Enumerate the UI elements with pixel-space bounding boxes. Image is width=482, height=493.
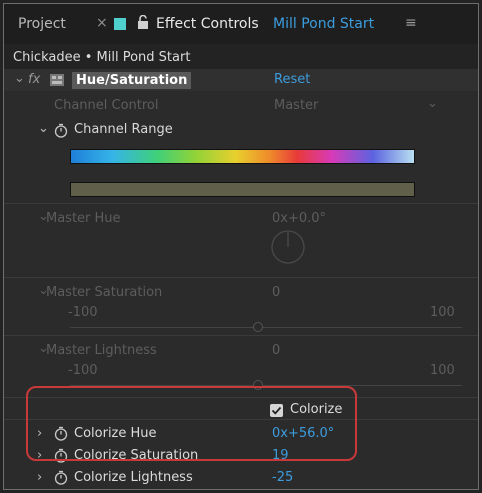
colorize-highlight-callout bbox=[26, 386, 357, 461]
master-hue-value[interactable]: 0x+0.0° bbox=[272, 211, 326, 226]
fx-icon[interactable]: fx bbox=[28, 72, 40, 87]
master-lightness-value[interactable]: 0 bbox=[272, 343, 280, 358]
stopwatch-icon[interactable] bbox=[54, 470, 68, 485]
chevron-down-icon[interactable]: ⌄ bbox=[14, 71, 25, 86]
master-hue-row: ⌄ Master Hue 0x+0.0° bbox=[4, 207, 478, 231]
tab-composition-name[interactable]: Mill Pond Start bbox=[273, 16, 374, 32]
colorize-lightness-label: Colorize Lightness bbox=[74, 470, 193, 485]
effect-preset-icon bbox=[50, 74, 64, 86]
master-saturation-slider-thumb[interactable] bbox=[253, 322, 263, 332]
lock-icon[interactable] bbox=[137, 15, 149, 29]
channel-range-label: Channel Range bbox=[74, 122, 173, 137]
slider-max-label: 100 bbox=[430, 363, 455, 378]
colorize-lightness-value[interactable]: -25 bbox=[272, 470, 293, 485]
tab-effect-controls[interactable]: Effect Controls bbox=[156, 16, 259, 32]
channel-control-dropdown[interactable]: Master bbox=[274, 98, 318, 113]
panel-menu-icon[interactable]: ≡ bbox=[405, 15, 417, 31]
chevron-right-icon[interactable]: › bbox=[37, 470, 42, 485]
master-saturation-value[interactable]: 0 bbox=[272, 285, 280, 300]
hue-spectrum-bar bbox=[70, 149, 415, 164]
master-lightness-slider-row: -100 100 bbox=[4, 361, 478, 383]
chevron-down-icon[interactable]: ⌄ bbox=[427, 96, 438, 111]
master-saturation-slider-track[interactable] bbox=[70, 327, 462, 328]
hue-dial[interactable] bbox=[270, 229, 306, 265]
layer-color-swatch-icon bbox=[114, 18, 126, 30]
master-lightness-row: ⌄ Master Lightness 0 bbox=[4, 339, 478, 361]
channel-control-row: Channel Control Master ⌄ bbox=[4, 95, 478, 117]
layer-header: Chickadee • Mill Pond Start bbox=[4, 45, 478, 69]
stopwatch-icon[interactable] bbox=[54, 123, 68, 138]
channel-range-row: ⌄ Channel Range bbox=[4, 119, 478, 143]
layer-header-label: Chickadee • Mill Pond Start bbox=[13, 50, 191, 65]
master-saturation-slider-row: -100 100 bbox=[4, 303, 478, 325]
slider-min-label: -100 bbox=[68, 305, 98, 320]
effect-row-hue-saturation[interactable]: ⌄ fx Hue/Saturation Reset bbox=[4, 69, 478, 91]
effect-name[interactable]: Hue/Saturation bbox=[72, 72, 192, 89]
chevron-down-icon[interactable]: ⌄ bbox=[38, 121, 49, 136]
colorized-range-bar bbox=[70, 182, 415, 197]
tab-project[interactable]: Project bbox=[18, 16, 66, 32]
channel-control-label: Channel Control bbox=[54, 98, 159, 113]
master-lightness-label: Master Lightness bbox=[46, 343, 157, 358]
slider-min-label: -100 bbox=[68, 363, 98, 378]
reset-button[interactable]: Reset bbox=[274, 72, 310, 87]
master-saturation-row: ⌄ Master Saturation 0 bbox=[4, 281, 478, 303]
panel-tab-bar: Project × Effect Controls Mill Pond Star… bbox=[4, 4, 478, 44]
master-hue-label: Master Hue bbox=[46, 211, 121, 226]
colorize-lightness-row: › Colorize Lightness -25 bbox=[4, 467, 478, 489]
slider-max-label: 100 bbox=[430, 305, 455, 320]
master-saturation-label: Master Saturation bbox=[46, 285, 163, 300]
close-icon[interactable]: × bbox=[96, 15, 108, 31]
